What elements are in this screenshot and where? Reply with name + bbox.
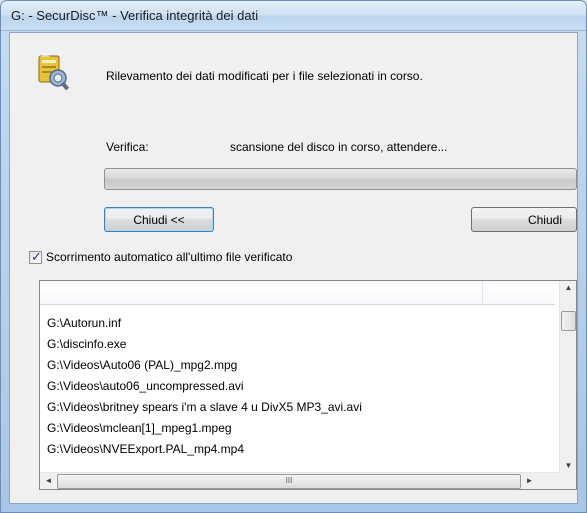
horizontal-scrollbar[interactable]: ◄ III ► [40, 472, 576, 489]
verify-label: Verifica: [106, 140, 149, 154]
scroll-up-icon[interactable]: ▲ [560, 283, 576, 292]
list-item[interactable]: G:\Videos\NVEExport.PAL_mp4.mp4 [40, 439, 555, 460]
window-title: G: - SecurDisc™ - Verifica integrità dei… [11, 8, 259, 23]
autoscroll-label: Scorrimento automatico all'ultimo file v… [46, 250, 293, 264]
progress-bar [104, 168, 577, 190]
scroll-corner [559, 472, 576, 489]
verify-status-text: scansione del disco in corso, attendere.… [230, 140, 448, 154]
list-header[interactable] [40, 281, 555, 305]
grip-icon: III [285, 476, 293, 485]
status-message: Rilevamento dei dati modificati per i fi… [106, 69, 423, 83]
list-item[interactable]: G:\Videos\mclean[1]_mpeg1.mpeg [40, 418, 555, 439]
autoscroll-option[interactable]: ✓ Scorrimento automatico all'ultimo file… [29, 249, 292, 265]
list-item[interactable]: G:\Videos\britney spears i'm a slave 4 u… [40, 397, 555, 418]
dialog-body: Rilevamento dei dati modificati per i fi… [9, 32, 578, 504]
autoscroll-checkbox[interactable]: ✓ [29, 248, 42, 264]
close-button[interactable]: Chiudi [471, 207, 577, 232]
securdisc-verify-icon [38, 53, 70, 91]
list-item[interactable]: G:\Videos\auto06_uncompressed.avi [40, 376, 555, 397]
vertical-scrollbar[interactable]: ▲ ▼ [559, 281, 576, 472]
list-item[interactable]: G:\Autorun.inf [40, 313, 555, 334]
column-separator[interactable] [482, 281, 483, 305]
list-rows: G:\Autorun.inf G:\discinfo.exe G:\Videos\A… [40, 305, 555, 460]
scroll-right-icon[interactable]: ► [521, 476, 538, 485]
collapse-details-button[interactable]: Chiudi << [104, 207, 214, 232]
list-item[interactable]: G:\discinfo.exe [40, 334, 555, 355]
scroll-down-icon[interactable]: ▼ [560, 461, 576, 470]
vertical-scroll-thumb[interactable] [561, 311, 576, 331]
horizontal-scroll-thumb[interactable]: III [57, 474, 521, 489]
title-bar[interactable]: G: - SecurDisc™ - Verifica integrità dei… [1, 1, 586, 31]
list-item[interactable]: G:\Videos\Auto06 (PAL)_mpg2.mpg [40, 355, 555, 376]
verified-files-list[interactable]: G:\Autorun.inf G:\discinfo.exe G:\Videos\A… [39, 280, 577, 490]
scroll-left-icon[interactable]: ◄ [40, 476, 57, 485]
verify-window: G: - SecurDisc™ - Verifica integrità dei… [0, 0, 587, 513]
checkmark-icon: ✓ [31, 248, 42, 264]
